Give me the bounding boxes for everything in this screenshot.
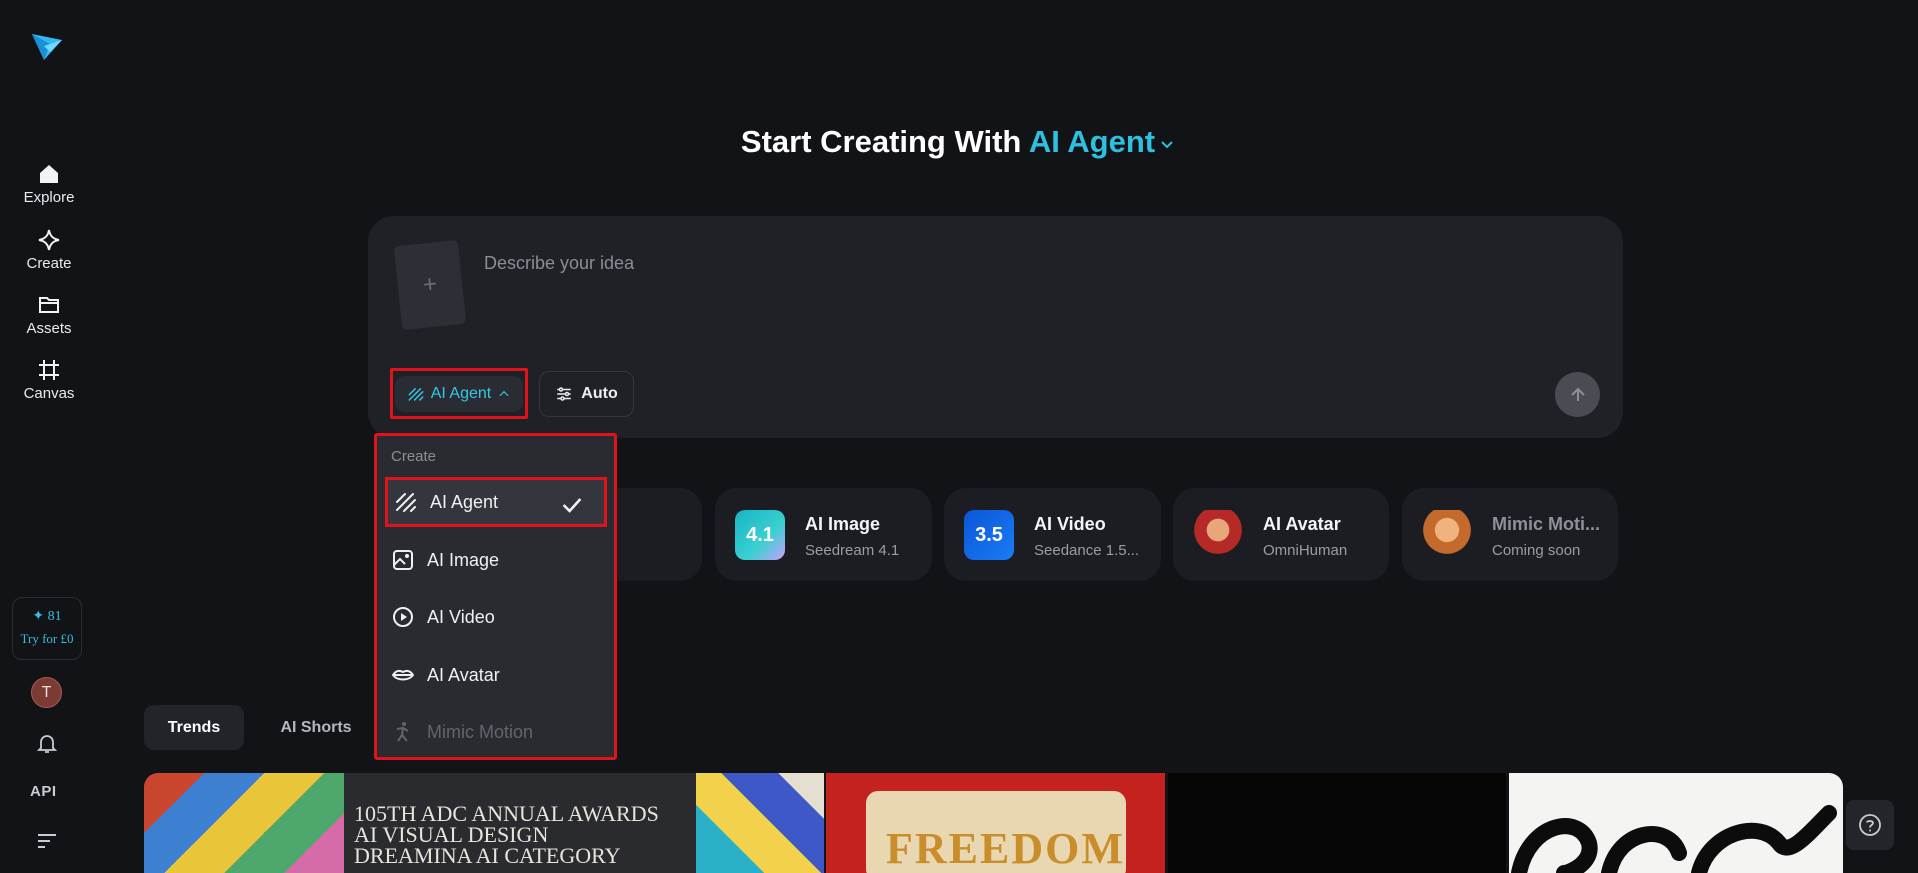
tool-card-ai-avatar[interactable]: AI Avatar OmniHuman	[1173, 488, 1389, 581]
calligraphy-artwork	[1511, 805, 1837, 873]
gallery-card-dark[interactable]	[1168, 773, 1506, 873]
chevron-up-icon	[499, 390, 509, 396]
dropdown-item-ai-agent[interactable]: AI Agent	[385, 477, 607, 527]
page-title: Start Creating With AI Agent	[0, 124, 1918, 160]
sidebar-item-canvas[interactable]: Canvas	[0, 358, 98, 414]
tool-card-ai-video[interactable]: 3.5 AI Video Seedance 1.5...	[944, 488, 1161, 581]
bell-icon[interactable]	[35, 731, 59, 755]
auto-settings-button[interactable]: Auto	[539, 371, 634, 417]
sidebar-item-label: Canvas	[23, 385, 75, 402]
credits-count: ✦ 81	[32, 609, 62, 624]
dropdown-item-ai-avatar[interactable]: AI Avatar	[385, 650, 607, 700]
dropdown-item-mimic-motion: Mimic Motion	[385, 707, 607, 757]
menu-icon[interactable]	[36, 832, 58, 850]
dropdown-item-label: AI Agent	[430, 491, 499, 512]
auto-label: Auto	[581, 385, 618, 402]
upload-button[interactable]: +	[393, 239, 467, 331]
dropdown-item-label: AI Video	[427, 606, 495, 627]
gallery-card-adc-awards[interactable]: 105TH ADC ANNUAL AWARDS AI VISUAL DESIGN…	[144, 773, 824, 873]
sliders-icon	[557, 387, 572, 401]
card-title: AI Avatar	[1263, 514, 1341, 534]
sidebar-item-label: Assets	[26, 320, 72, 337]
dropdown-item-label: AI Avatar	[427, 664, 500, 685]
tab-ai-shorts[interactable]: AI Shorts	[266, 705, 366, 750]
agent-icon	[396, 493, 416, 512]
dropdown-header: Create	[391, 448, 437, 465]
plus-icon: +	[421, 270, 439, 299]
credits-offer: Try for £0	[20, 631, 74, 646]
dropdown-item-ai-image[interactable]: AI Image	[385, 535, 607, 585]
diamond-icon	[38, 229, 60, 251]
banner-line: 105TH ADC ANNUAL AWARDS	[354, 801, 659, 826]
card-title: AI Video	[1034, 514, 1106, 534]
title-mode-selector[interactable]: AI Agent	[1029, 124, 1177, 159]
tool-card-ai-image[interactable]: 4.1 AI Image Seedream 4.1	[715, 488, 932, 581]
avatar[interactable]: T	[31, 677, 62, 708]
dropdown-item-label: Mimic Motion	[427, 721, 534, 742]
ai-image-thumbnail: 4.1	[735, 510, 785, 560]
send-button[interactable]	[1555, 372, 1600, 417]
banner-line: AI VISUAL DESIGN	[354, 822, 549, 847]
home-icon	[40, 165, 58, 183]
motion-figure-icon	[396, 722, 409, 742]
crop-icon	[39, 360, 59, 380]
mode-label: AI Agent	[430, 384, 492, 402]
ai-avatar-thumbnail	[1193, 510, 1243, 560]
sidebar-item-create[interactable]: Create	[0, 228, 98, 284]
sidebar-item-label: Explore	[23, 189, 75, 206]
card-title: AI Image	[805, 514, 881, 534]
api-link[interactable]: API	[30, 783, 57, 800]
dropdown-item-ai-video[interactable]: AI Video	[385, 592, 607, 642]
card-subtitle: Coming soon	[1492, 542, 1581, 559]
banner-line: DREAMINA AI CATEGORY	[354, 843, 621, 868]
sidebar-item-explore[interactable]: Explore	[0, 162, 98, 218]
banner-text: 105TH ADC ANNUAL AWARDS AI VISUAL DESIGN…	[354, 801, 659, 868]
help-button[interactable]	[1846, 800, 1894, 850]
chevron-down-icon	[1161, 141, 1173, 149]
image-icon	[393, 550, 413, 570]
tab-trends[interactable]: Trends	[144, 705, 244, 750]
card-subtitle: OmniHuman	[1263, 542, 1348, 559]
sidebar-item-assets[interactable]: Assets	[0, 293, 98, 349]
pattern-artwork	[144, 773, 344, 873]
sidebar-item-label: Create	[26, 255, 72, 272]
app-logo-icon[interactable]	[30, 30, 64, 64]
title-prefix: Start Creating With	[740, 124, 1022, 159]
tool-card-mimic-motion[interactable]: Mimic Moti... Coming soon	[1402, 488, 1618, 581]
card-title: Mimic Moti...	[1492, 514, 1600, 534]
question-icon	[1859, 814, 1881, 836]
scroll-text: FREEDOM	[886, 824, 1125, 873]
arrow-up-icon	[1570, 387, 1585, 401]
pattern-artwork	[696, 773, 824, 873]
credits-badge[interactable]: ✦ 81 Try for £0	[12, 597, 82, 660]
card-subtitle: Seedance 1.5...	[1034, 542, 1140, 559]
title-accent: AI Agent	[1028, 124, 1156, 159]
mode-dropdown: Create AI Agent AI Image AI Video AI Ava…	[374, 433, 617, 760]
card-subtitle: Seedream 4.1	[805, 542, 900, 559]
lips-icon	[391, 669, 415, 681]
mode-selector-button[interactable]: AI Agent	[390, 368, 528, 419]
folder-icon	[39, 297, 59, 313]
gallery-card-calligraphy[interactable]	[1509, 773, 1843, 873]
prompt-input[interactable]	[484, 238, 1574, 288]
ai-video-thumbnail: 3.5	[964, 510, 1014, 560]
video-play-icon	[393, 607, 413, 627]
agent-icon	[408, 387, 424, 401]
check-icon	[562, 498, 582, 513]
gallery-card-freedom[interactable]: FREEDOM	[826, 773, 1165, 873]
dropdown-item-label: AI Image	[427, 549, 500, 570]
mimic-motion-thumbnail	[1422, 510, 1472, 560]
